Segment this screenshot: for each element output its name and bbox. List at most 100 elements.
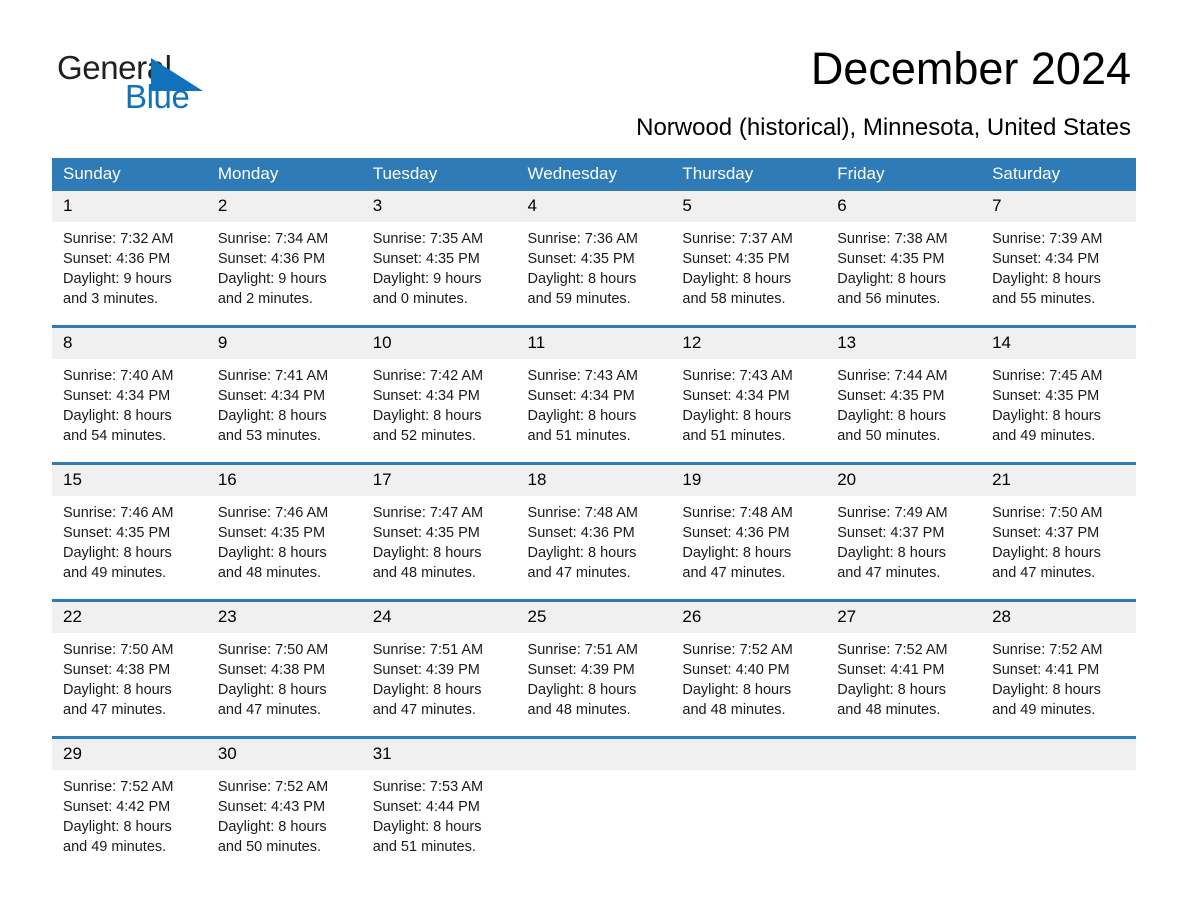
daylight-text: Daylight: 8 hours and 48 minutes. xyxy=(217,545,327,581)
day-cell[interactable]: 25 Sunrise: 7:51 AM Sunset: 4:39 PM Dayl… xyxy=(516,600,672,738)
day-cell[interactable]: 9 Sunrise: 7:41 AM Sunset: 4:34 PM Dayli… xyxy=(206,326,362,464)
day-number: 28 xyxy=(981,602,1136,633)
day-cell[interactable]: 16 Sunrise: 7:46 AM Sunset: 4:35 PM Dayl… xyxy=(206,463,362,601)
day-cell[interactable]: 21 Sunrise: 7:50 AM Sunset: 4:37 PM Dayl… xyxy=(981,463,1136,601)
daylight-text: Daylight: 8 hours and 48 minutes. xyxy=(372,545,482,581)
day-cell[interactable]: 7 Sunrise: 7:39 AM Sunset: 4:34 PM Dayli… xyxy=(981,191,1136,327)
daylight-text: Daylight: 8 hours and 49 minutes. xyxy=(63,545,172,581)
day-cell[interactable]: 28 Sunrise: 7:52 AM Sunset: 4:41 PM Dayl… xyxy=(981,600,1136,738)
day-number: 7 xyxy=(981,191,1136,222)
day-cell[interactable]: 14 Sunrise: 7:45 AM Sunset: 4:35 PM Dayl… xyxy=(981,326,1136,464)
sunrise-text: Sunrise: 7:40 AM xyxy=(63,368,174,384)
day-cell[interactable]: 8 Sunrise: 7:40 AM Sunset: 4:34 PM Dayli… xyxy=(52,326,207,464)
day-cell[interactable]: 29 Sunrise: 7:52 AM Sunset: 4:42 PM Dayl… xyxy=(52,737,207,873)
day-number: 19 xyxy=(671,465,827,496)
sunset-text: Sunset: 4:34 PM xyxy=(372,388,480,404)
day-details: Sunrise: 7:48 AM Sunset: 4:36 PM Dayligh… xyxy=(671,496,826,583)
day-details: Sunrise: 7:42 AM Sunset: 4:34 PM Dayligh… xyxy=(362,359,517,446)
day-cell-empty xyxy=(981,737,1136,873)
day-number: 17 xyxy=(361,465,517,496)
day-cell[interactable]: 22 Sunrise: 7:50 AM Sunset: 4:38 PM Dayl… xyxy=(52,600,207,738)
day-details: Sunrise: 7:46 AM Sunset: 4:35 PM Dayligh… xyxy=(52,496,207,583)
day-number: 3 xyxy=(361,191,517,222)
daylight-text: Daylight: 8 hours and 54 minutes. xyxy=(63,408,172,444)
day-cell[interactable]: 24 Sunrise: 7:51 AM Sunset: 4:39 PM Dayl… xyxy=(361,600,517,738)
day-number: 16 xyxy=(206,465,362,496)
day-cell[interactable]: 11 Sunrise: 7:43 AM Sunset: 4:34 PM Dayl… xyxy=(516,326,672,464)
day-cell[interactable]: 5 Sunrise: 7:37 AM Sunset: 4:35 PM Dayli… xyxy=(671,191,827,327)
sunset-text: Sunset: 4:35 PM xyxy=(527,251,635,267)
day-cell[interactable]: 1 Sunrise: 7:32 AM Sunset: 4:36 PM Dayli… xyxy=(52,191,207,327)
location-subtitle: Norwood (historical), Minnesota, United … xyxy=(636,114,1131,141)
day-number: 2 xyxy=(206,191,362,222)
calendar-week-row: 22 Sunrise: 7:50 AM Sunset: 4:38 PM Dayl… xyxy=(52,600,1136,738)
day-cell[interactable]: 12 Sunrise: 7:43 AM Sunset: 4:34 PM Dayl… xyxy=(671,326,827,464)
general-blue-logo: General Blue xyxy=(57,50,217,118)
daylight-text: Daylight: 8 hours and 52 minutes. xyxy=(372,408,482,444)
day-cell[interactable]: 26 Sunrise: 7:52 AM Sunset: 4:40 PM Dayl… xyxy=(671,600,827,738)
day-details: Sunrise: 7:52 AM Sunset: 4:41 PM Dayligh… xyxy=(981,633,1136,720)
day-details: Sunrise: 7:52 AM Sunset: 4:42 PM Dayligh… xyxy=(52,770,207,857)
day-cell[interactable]: 17 Sunrise: 7:47 AM Sunset: 4:35 PM Dayl… xyxy=(361,463,517,601)
day-cell[interactable]: 19 Sunrise: 7:48 AM Sunset: 4:36 PM Dayl… xyxy=(671,463,827,601)
day-number: 18 xyxy=(516,465,672,496)
day-cell[interactable]: 10 Sunrise: 7:42 AM Sunset: 4:34 PM Dayl… xyxy=(361,326,517,464)
calendar-body: 1 Sunrise: 7:32 AM Sunset: 4:36 PM Dayli… xyxy=(52,191,1136,873)
day-cell[interactable]: 4 Sunrise: 7:36 AM Sunset: 4:35 PM Dayli… xyxy=(516,191,672,327)
day-details: Sunrise: 7:45 AM Sunset: 4:35 PM Dayligh… xyxy=(981,359,1136,446)
sunset-text: Sunset: 4:39 PM xyxy=(372,662,480,678)
day-details: Sunrise: 7:34 AM Sunset: 4:36 PM Dayligh… xyxy=(207,222,362,309)
calendar-week-row: 29 Sunrise: 7:52 AM Sunset: 4:42 PM Dayl… xyxy=(52,737,1136,873)
sunrise-text: Sunrise: 7:32 AM xyxy=(63,231,174,247)
sunrise-text: Sunrise: 7:35 AM xyxy=(372,231,484,247)
daylight-text: Daylight: 8 hours and 47 minutes. xyxy=(63,682,172,718)
weekday-header-sunday: Sunday xyxy=(52,158,207,191)
sunrise-text: Sunrise: 7:52 AM xyxy=(63,779,174,795)
day-details: Sunrise: 7:36 AM Sunset: 4:35 PM Dayligh… xyxy=(517,222,672,309)
sunrise-text: Sunrise: 7:46 AM xyxy=(63,505,174,521)
sunrise-text: Sunrise: 7:43 AM xyxy=(682,368,793,384)
sunset-text: Sunset: 4:35 PM xyxy=(837,251,945,267)
day-cell[interactable]: 30 Sunrise: 7:52 AM Sunset: 4:43 PM Dayl… xyxy=(206,737,362,873)
day-cell[interactable]: 23 Sunrise: 7:50 AM Sunset: 4:38 PM Dayl… xyxy=(206,600,362,738)
daylight-text: Daylight: 8 hours and 47 minutes. xyxy=(682,545,792,581)
day-number xyxy=(516,739,672,770)
day-cell[interactable]: 15 Sunrise: 7:46 AM Sunset: 4:35 PM Dayl… xyxy=(52,463,207,601)
day-details: Sunrise: 7:48 AM Sunset: 4:36 PM Dayligh… xyxy=(517,496,672,583)
day-number: 14 xyxy=(981,328,1136,359)
sunset-text: Sunset: 4:44 PM xyxy=(372,799,480,815)
day-cell[interactable]: 2 Sunrise: 7:34 AM Sunset: 4:36 PM Dayli… xyxy=(206,191,362,327)
weekday-header-friday: Friday xyxy=(826,158,982,191)
day-details: Sunrise: 7:43 AM Sunset: 4:34 PM Dayligh… xyxy=(517,359,672,446)
daylight-text: Daylight: 8 hours and 48 minutes. xyxy=(682,682,792,718)
sunset-text: Sunset: 4:35 PM xyxy=(372,251,480,267)
sunrise-text: Sunrise: 7:44 AM xyxy=(837,368,948,384)
day-details: Sunrise: 7:47 AM Sunset: 4:35 PM Dayligh… xyxy=(362,496,517,583)
calendar-week-row: 15 Sunrise: 7:46 AM Sunset: 4:35 PM Dayl… xyxy=(52,463,1136,601)
sunset-text: Sunset: 4:35 PM xyxy=(837,388,945,404)
day-cell[interactable]: 31 Sunrise: 7:53 AM Sunset: 4:44 PM Dayl… xyxy=(361,737,517,873)
day-cell[interactable]: 13 Sunrise: 7:44 AM Sunset: 4:35 PM Dayl… xyxy=(826,326,982,464)
day-cell[interactable]: 20 Sunrise: 7:49 AM Sunset: 4:37 PM Dayl… xyxy=(826,463,982,601)
day-number xyxy=(671,739,827,770)
day-cell[interactable]: 6 Sunrise: 7:38 AM Sunset: 4:35 PM Dayli… xyxy=(826,191,982,327)
sunrise-text: Sunrise: 7:34 AM xyxy=(217,231,329,247)
sunset-text: Sunset: 4:41 PM xyxy=(837,662,945,678)
day-number: 8 xyxy=(52,328,207,359)
daylight-text: Daylight: 8 hours and 53 minutes. xyxy=(217,408,327,444)
daylight-text: Daylight: 8 hours and 47 minutes. xyxy=(527,545,637,581)
sunset-text: Sunset: 4:38 PM xyxy=(63,662,171,678)
day-number: 30 xyxy=(206,739,362,770)
day-cell[interactable]: 3 Sunrise: 7:35 AM Sunset: 4:35 PM Dayli… xyxy=(361,191,517,327)
sunset-text: Sunset: 4:34 PM xyxy=(217,388,326,404)
sunrise-text: Sunrise: 7:51 AM xyxy=(527,642,638,658)
sunset-text: Sunset: 4:34 PM xyxy=(527,388,635,404)
day-cell[interactable]: 18 Sunrise: 7:48 AM Sunset: 4:36 PM Dayl… xyxy=(516,463,672,601)
day-details: Sunrise: 7:38 AM Sunset: 4:35 PM Dayligh… xyxy=(826,222,981,309)
day-number: 23 xyxy=(206,602,362,633)
day-cell[interactable]: 27 Sunrise: 7:52 AM Sunset: 4:41 PM Dayl… xyxy=(826,600,982,738)
day-details: Sunrise: 7:37 AM Sunset: 4:35 PM Dayligh… xyxy=(671,222,826,309)
daylight-text: Daylight: 8 hours and 49 minutes. xyxy=(63,819,172,855)
sunrise-text: Sunrise: 7:43 AM xyxy=(527,368,638,384)
day-number: 25 xyxy=(516,602,672,633)
